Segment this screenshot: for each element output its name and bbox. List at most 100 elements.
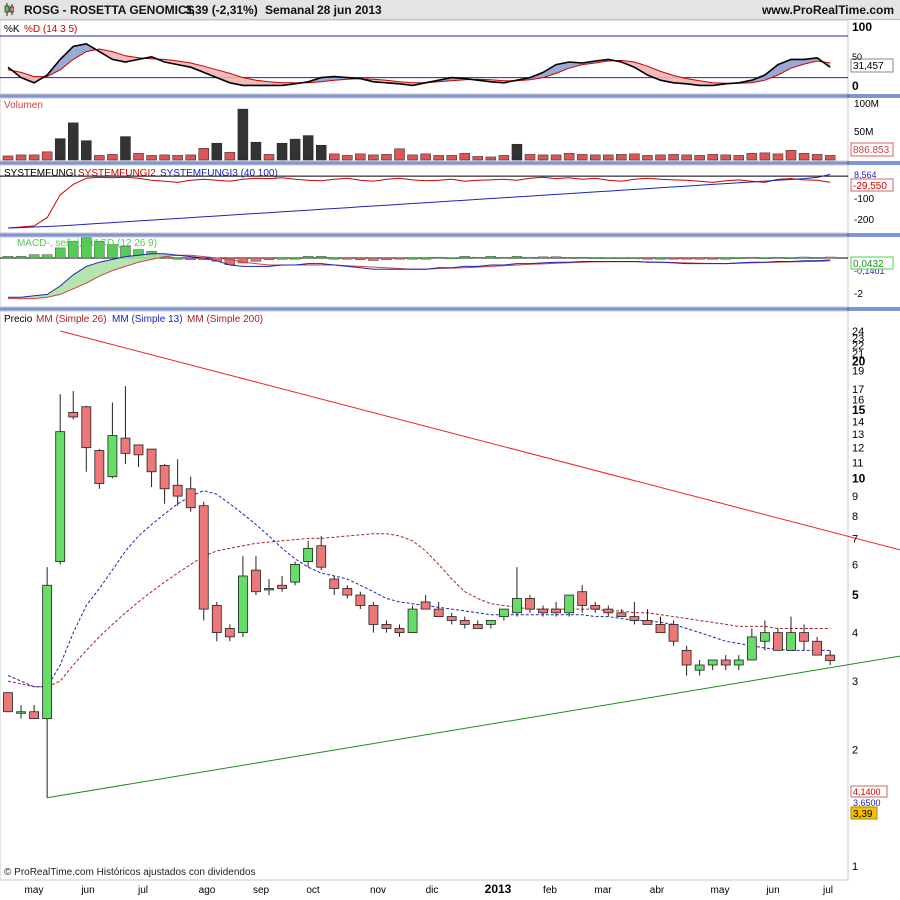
volume-bar [824,155,836,161]
candle-body [603,608,614,614]
stochastic-label-k: %K [4,24,20,35]
price-tick-label: 10 [852,471,866,485]
volume-bar [498,155,510,161]
volume-bar [433,155,444,161]
volume-bar [590,154,601,161]
volume-bar [759,152,771,161]
volume-bar [120,136,131,161]
macd-histogram-bar [263,257,275,260]
x-axis-label: abr [650,885,665,896]
systemfungi-label-1: SYSTEMFUNGI [4,168,76,179]
price-tick-label: 19 [852,365,864,377]
volume-bar [355,153,366,161]
volume-bar [772,153,784,161]
volume-bar [81,140,92,161]
candle-body [211,605,222,634]
macd-histogram-bar [563,257,575,259]
volume-bar [720,154,731,161]
macd-histogram-bar [498,256,510,259]
volume-bar [785,150,797,161]
volume-bar [329,153,340,161]
price-tick-label: 13 [852,429,864,441]
footer-copyright: © ProRealTime.com Históricos ajustados c… [4,867,256,878]
volume-bar [668,154,679,161]
x-axis-label: may [25,885,44,896]
macd-histogram-bar [172,257,183,260]
candle-body [303,547,314,562]
volume-bar [224,152,236,161]
volume-bar [289,138,301,161]
price-tick-label: 14 [852,417,864,429]
candle-body [498,608,509,617]
volume-bar [41,151,53,161]
candle-body [237,575,248,634]
mm13-label: MM (Simple 13) [112,314,183,325]
volume-bar [15,154,27,161]
candle-body [733,659,744,666]
trend-line-support [47,655,900,799]
macd-histogram-bar [394,257,405,260]
candle-body [472,624,483,629]
candle-body [355,594,366,606]
price-tick-label: 5 [852,588,859,602]
chart-canvas[interactable]: %K %D (14 3 5) Volumen SYSTEMFUNGI SYSTE… [0,0,900,900]
x-axis-label: 2013 [485,882,512,896]
volume-bar [107,154,118,161]
macd-histogram-bar [342,257,353,260]
volume-bar [811,154,823,161]
volume-bar [2,155,14,161]
volume-bar [733,155,745,161]
volume-bar [198,148,209,161]
candle-body [55,431,66,562]
price-tick-label: 9 [852,491,858,503]
price-value-1: 4,1400 [853,787,881,797]
candle-body [655,624,666,634]
macd-histogram-bar [28,254,40,259]
candle-body [459,620,470,625]
macd-histogram-bar [433,256,444,259]
candle-body [81,406,92,449]
macd-histogram-bar [537,256,549,259]
stochastic-k-line [7,42,831,87]
volume-label: Volumen [4,100,43,111]
candle-body [394,628,405,634]
candle-body [760,632,770,642]
macd-histogram-bar [668,257,679,260]
macd-histogram-bar [785,257,797,259]
macd-histogram-bar [316,256,327,259]
chart-window: ROSG - ROSETTA GENOMICS 3,39 (-2,31%) Se… [0,0,900,900]
macd-histogram-bar [381,257,392,260]
volume-bar [524,154,536,161]
volume-bar [185,154,196,161]
candle-body [264,588,274,591]
candle-body [198,505,209,610]
mm26-label: MM (Simple 26) [36,314,107,325]
candle-body [159,465,170,490]
candle-body [3,692,13,713]
volume-bar [172,155,183,161]
price-tick-label: 11 [852,457,863,469]
candle-body [812,640,822,656]
stochastic-label-d: %D (14 3 5) [24,24,77,35]
candle-body [681,649,692,666]
volume-bar [381,154,392,161]
macd-histogram-bar [616,257,627,260]
volume-value: 886.853 [853,145,890,156]
macd-histogram-bar [590,257,601,259]
macd-histogram-bar [720,257,731,260]
candle-body [342,588,353,596]
volume-bar [459,153,470,161]
macd-histogram-bar [772,256,784,259]
candle-body [329,578,340,589]
volume-bar [159,154,170,161]
volume-bar [237,108,249,161]
candle-body [577,591,588,606]
macd-histogram-bar [355,257,366,260]
volume-bar [446,155,457,161]
macd-histogram-bar [485,256,497,259]
mm26-line [7,533,831,688]
stochastic-tick-label: 0 [852,79,859,93]
price-tick-label: 2 [852,744,858,756]
x-axis-label: feb [543,885,557,896]
volume-bar [420,153,431,161]
